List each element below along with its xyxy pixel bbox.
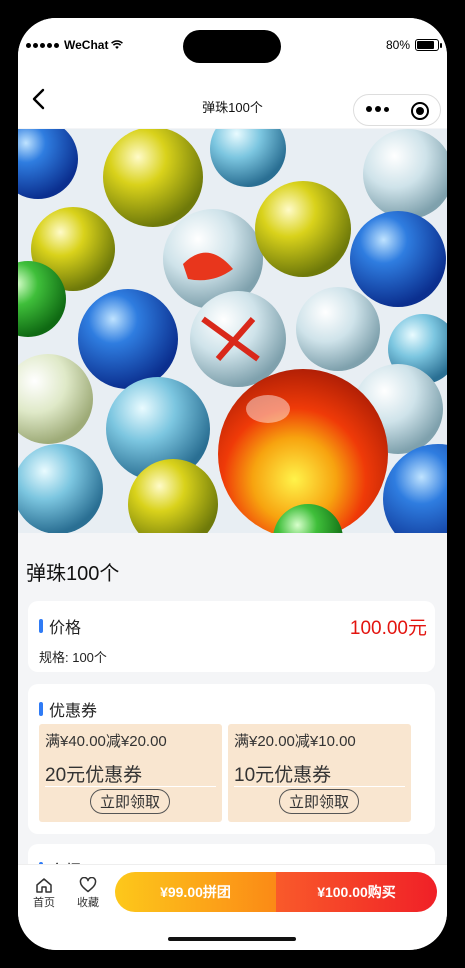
battery-info: 80% bbox=[385, 38, 442, 52]
favorite-tab[interactable]: 收藏 bbox=[71, 877, 105, 910]
carrier-info: WeChat bbox=[26, 38, 124, 52]
price-heading: 价格 bbox=[39, 614, 81, 638]
claim-coupon-button[interactable]: 立即领取 bbox=[90, 789, 170, 814]
status-bar: WeChat 80% bbox=[18, 18, 447, 70]
bottom-action-bar: 首页 收藏 ¥99.00拼团 ¥100.00购买 bbox=[18, 864, 447, 950]
product-image bbox=[18, 129, 447, 533]
wifi-icon bbox=[111, 40, 124, 49]
section-marker bbox=[39, 702, 43, 716]
coupon-card: 优惠券 满¥40.00减¥20.00 20元优惠券 立即领取 满¥20.00减¥… bbox=[28, 684, 435, 834]
battery-percent: 80% bbox=[385, 38, 410, 52]
product-title: 弹珠100个 bbox=[26, 563, 120, 585]
buy-button[interactable]: ¥100.00购买 bbox=[276, 872, 437, 912]
price-heading-label: 价格 bbox=[49, 620, 82, 637]
coupon-heading-label: 优惠券 bbox=[49, 703, 98, 720]
home-label: 首页 bbox=[33, 897, 55, 909]
coupon-item: 满¥20.00减¥10.00 10元优惠券 立即领取 bbox=[228, 724, 411, 822]
favorite-label: 收藏 bbox=[77, 897, 99, 909]
signal-icon bbox=[26, 42, 59, 48]
coupon-heading: 优惠券 bbox=[39, 697, 97, 721]
coupon-item: 满¥40.00减¥20.00 20元优惠券 立即领取 bbox=[39, 724, 222, 822]
carrier-name: WeChat bbox=[64, 38, 109, 52]
coupon-amount: 20元优惠券 bbox=[45, 765, 143, 786]
purchase-buttons: ¥99.00拼团 ¥100.00购买 bbox=[115, 872, 437, 912]
price-value: 100.00元 bbox=[349, 618, 427, 639]
battery-icon bbox=[415, 39, 442, 51]
home-indicator bbox=[168, 937, 296, 941]
home-tab[interactable]: 首页 bbox=[27, 877, 61, 910]
coupon-condition: 满¥40.00减¥20.00 bbox=[45, 733, 167, 750]
coupon-divider bbox=[45, 786, 216, 787]
more-dots-icon[interactable] bbox=[366, 106, 389, 112]
nav-bar: 弹珠100个 bbox=[18, 70, 447, 128]
price-card: 价格 100.00元 规格: 100个 bbox=[28, 601, 435, 672]
coupon-divider bbox=[234, 786, 405, 787]
phone-screen: WeChat 80% 弹珠100个 弹珠100个 价格 100.00元 规格: … bbox=[18, 18, 447, 950]
coupon-amount: 10元优惠券 bbox=[234, 765, 332, 786]
heart-icon bbox=[79, 877, 97, 893]
coupon-condition: 满¥20.00减¥10.00 bbox=[234, 733, 356, 750]
section-marker bbox=[39, 619, 43, 633]
group-buy-button[interactable]: ¥99.00拼团 bbox=[115, 872, 276, 912]
target-icon[interactable] bbox=[411, 102, 429, 120]
camera-notch bbox=[183, 30, 281, 63]
claim-coupon-button[interactable]: 立即领取 bbox=[279, 789, 359, 814]
miniprogram-capsule bbox=[353, 94, 441, 126]
spec-text: 规格: 100个 bbox=[39, 650, 107, 665]
home-icon bbox=[36, 878, 52, 893]
